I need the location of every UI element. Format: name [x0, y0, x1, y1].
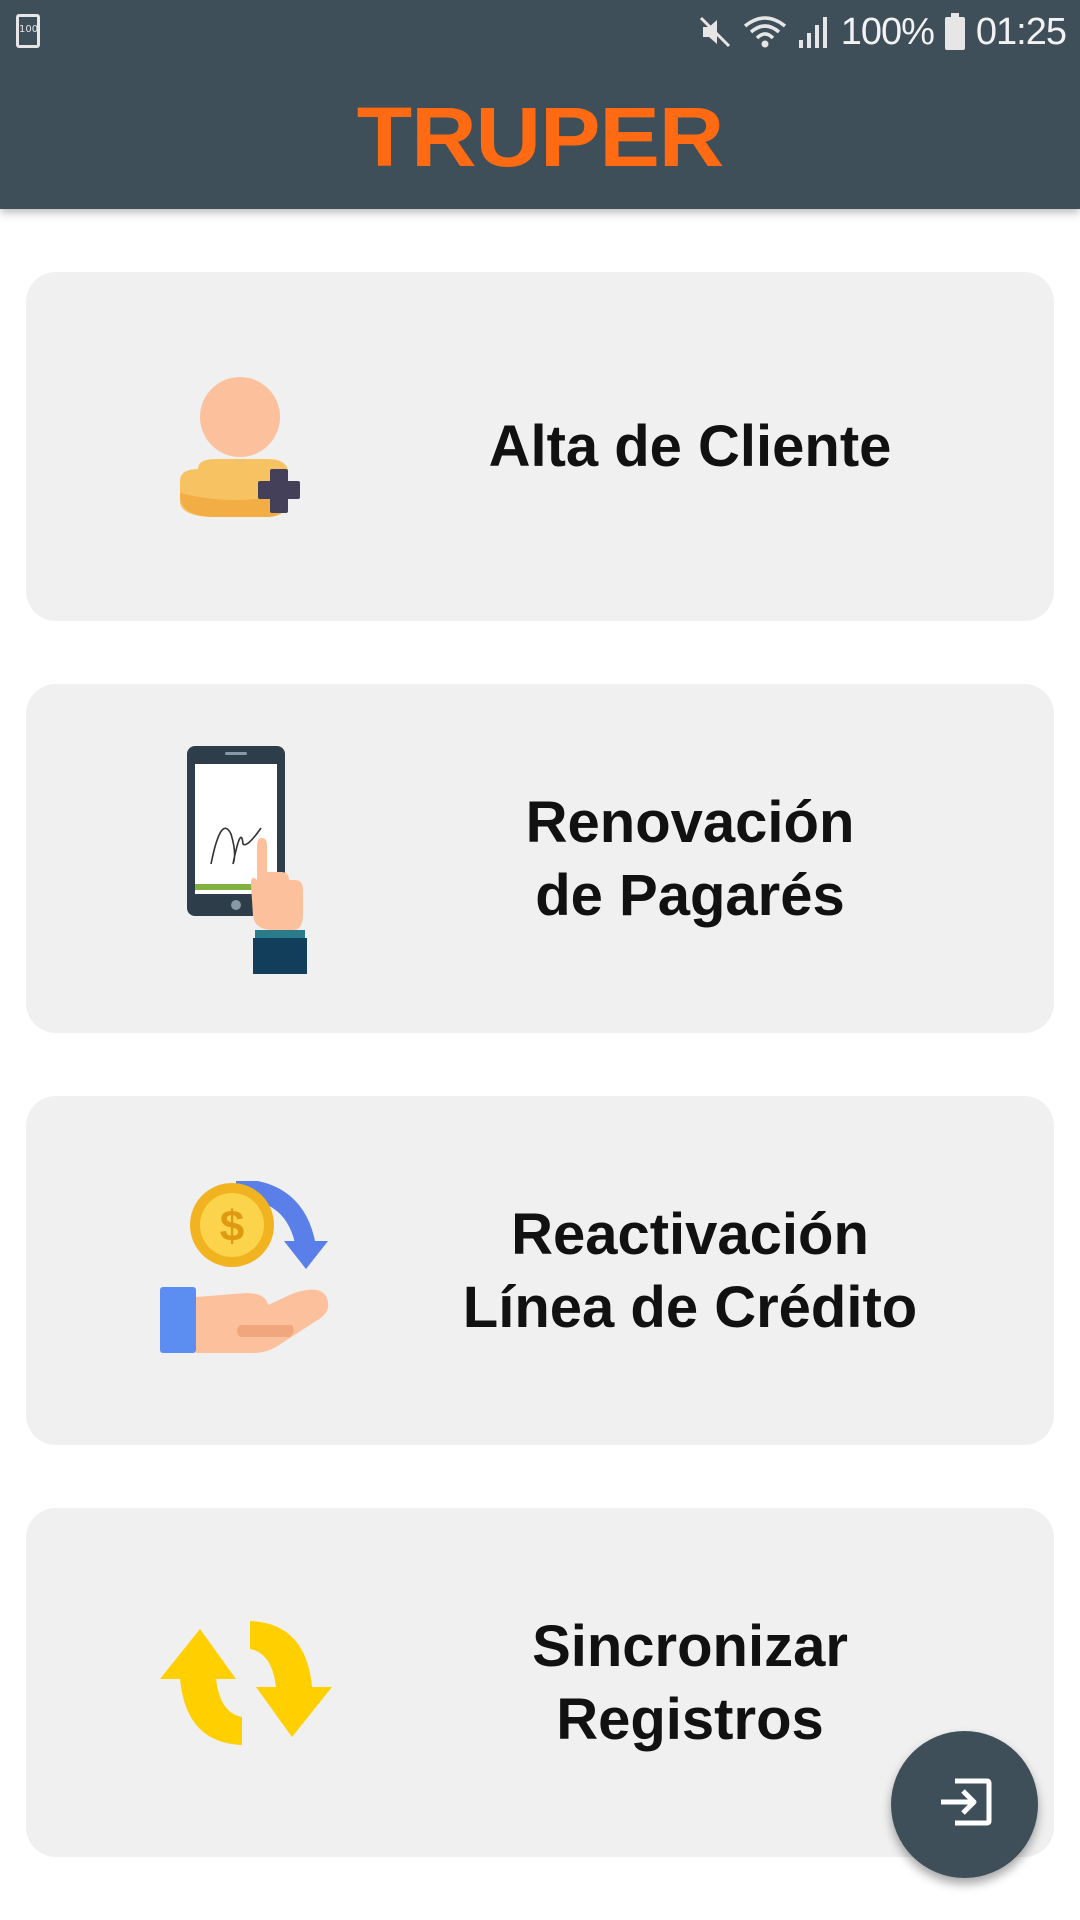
menu-card-reactivacion-credito[interactable]: $ Reactivación Línea de Crédito [26, 1096, 1054, 1445]
logout-fab-button[interactable] [891, 1731, 1038, 1878]
signal-icon [797, 14, 831, 50]
wifi-icon [743, 14, 787, 50]
app-header: 100 100% 01:25 TRUPER [0, 0, 1080, 209]
menu-card-label: Renovación de Pagarés [525, 789, 855, 928]
brand-logo: TRUPER [356, 90, 725, 184]
menu-card-label: Alta de Cliente [488, 414, 892, 479]
battery-icon [944, 13, 966, 51]
menu-card-renovacion-pagares[interactable]: Renovación de Pagarés [26, 684, 1054, 1033]
status-bar: 100 100% 01:25 [0, 0, 1080, 64]
logout-icon [937, 1777, 993, 1832]
battery-saver-icon: 100 [16, 14, 40, 48]
battery-percent: 100% [840, 10, 935, 53]
status-icons: 100% 01:25 [697, 8, 1067, 56]
battery-small-label: 100 [19, 24, 39, 35]
app-screen: 100 100% 01:25 TRUPER Alta de Cliente Re… [0, 0, 1080, 1920]
status-time: 01:25 [975, 10, 1067, 53]
mute-icon [697, 14, 733, 50]
svg-text:$: $ [220, 1202, 244, 1251]
menu-card-alta-cliente[interactable]: Alta de Cliente [26, 272, 1054, 621]
menu-card-label: Reactivación Línea de Crédito [462, 1201, 918, 1340]
